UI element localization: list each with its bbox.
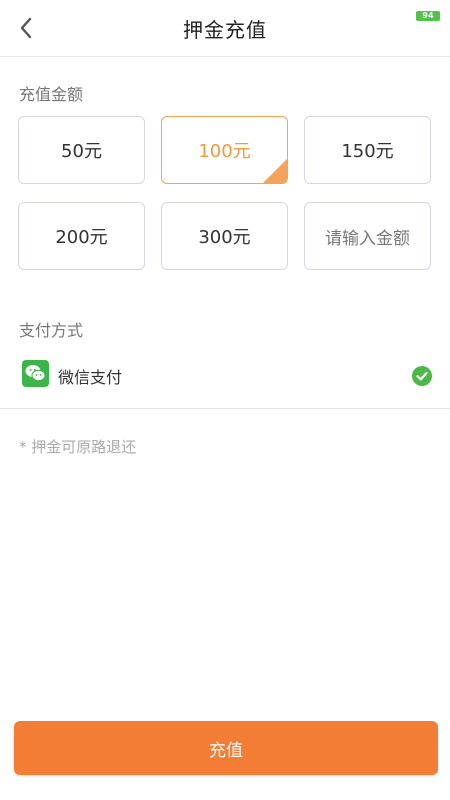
amount-option-label: 100元 [198,141,251,162]
amount-option-label: 150元 [341,141,394,162]
page-title: 押金充值 [183,18,267,42]
check-circle-icon [412,366,432,386]
amount-option-100[interactable]: 100元 [161,116,288,184]
payment-method-wechat[interactable]: 微信支付 [0,356,450,409]
amount-option-300[interactable]: 300元 [161,202,288,270]
amount-options: 50元 100元 150元 200元 300元 请输入金额 [18,116,433,274]
amount-option-200[interactable]: 200元 [18,202,145,270]
custom-amount-placeholder: 请输入金额 [325,228,410,249]
amount-option-label: 300元 [198,227,251,248]
amount-option-150[interactable]: 150元 [304,116,431,184]
refund-note: * 押金可原路退还 [19,438,137,456]
payment-method-label: 微信支付 [58,368,123,387]
wechat-icon [22,360,49,387]
top-bar: 押金充值 94 [0,0,450,57]
amount-option-label: 200元 [55,227,108,248]
custom-amount-input[interactable]: 请输入金额 [304,202,431,270]
recharge-button[interactable]: 充值 [14,721,438,775]
amount-option-label: 50元 [61,141,102,162]
battery-indicator: 94 [416,11,440,21]
amount-option-50[interactable]: 50元 [18,116,145,184]
payment-section-label: 支付方式 [19,321,84,340]
selected-corner-mark [262,158,287,183]
amount-section-label: 充值金额 [19,85,84,104]
